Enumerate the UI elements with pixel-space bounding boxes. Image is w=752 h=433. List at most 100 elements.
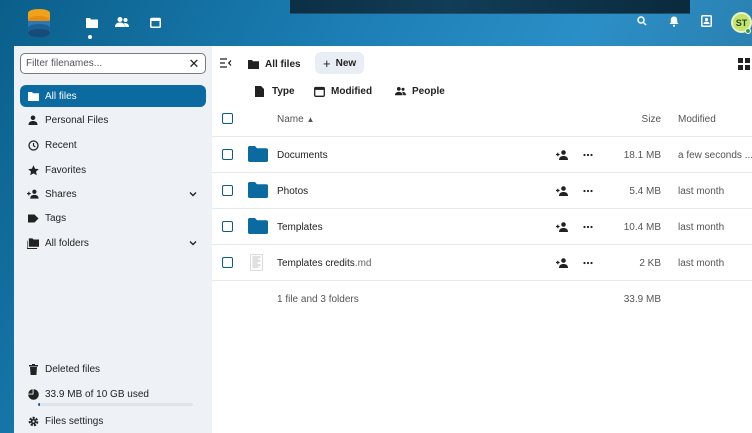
gear-icon [27, 415, 39, 427]
row-checkbox[interactable] [222, 257, 233, 268]
share-user-icon[interactable] [556, 150, 568, 160]
sidebar-item-favorites[interactable]: Favorites [20, 159, 206, 181]
select-all-checkbox[interactable] [222, 113, 233, 124]
search-icon[interactable] [635, 14, 649, 28]
plus-icon: + [323, 55, 331, 71]
sidebar-item-label: Shares [45, 188, 77, 200]
files-sidebar: ✕ All files Personal Files Recent Favori… [14, 46, 212, 433]
breadcrumb[interactable]: All files [248, 53, 301, 75]
sidebar-item-label: Personal Files [45, 114, 109, 126]
share-user-icon[interactable] [556, 186, 568, 196]
history-icon [27, 139, 39, 151]
quota-progress-bar [38, 403, 193, 406]
table-header-row: Name ▲ Size Modified [212, 101, 752, 137]
row-checkbox[interactable] [222, 149, 233, 160]
files-main-content: All files + New Type Modified People Nam… [212, 46, 752, 433]
file-modified: last month [678, 222, 725, 233]
header-background-image [290, 0, 690, 14]
sidebar-item-tags[interactable]: Tags [20, 207, 206, 229]
table-row[interactable]: Templates 10.4 MB last month [212, 209, 752, 245]
summary-text: 1 file and 3 folders [277, 294, 359, 305]
toggle-navigation-icon[interactable] [220, 57, 232, 69]
share-icon [27, 188, 39, 200]
sidebar-item-label: Deleted files [45, 363, 101, 375]
people-icon [395, 86, 406, 97]
storage-quota: 33.9 MB of 10 GB used [20, 383, 206, 405]
active-app-indicator [88, 35, 92, 39]
sidebar-item-recent[interactable]: Recent [20, 134, 206, 156]
row-checkbox[interactable] [222, 185, 233, 196]
calendar-app-icon[interactable] [147, 14, 163, 30]
files-settings-link[interactable]: Files settings [20, 410, 206, 432]
bell-icon[interactable] [667, 14, 681, 28]
folder-icon [248, 218, 268, 234]
grid-view-icon[interactable] [738, 58, 750, 70]
files-app-icon[interactable] [84, 14, 100, 30]
file-name[interactable]: Documents [277, 150, 328, 161]
new-button[interactable]: + New [315, 52, 365, 74]
chevron-down-icon[interactable] [188, 238, 198, 248]
filter-filenames-input[interactable] [26, 58, 188, 69]
row-checkbox[interactable] [222, 221, 233, 232]
file-modified: last month [678, 186, 725, 197]
more-actions-icon[interactable] [583, 258, 593, 268]
table-row[interactable]: Photos 5.4 MB last month [212, 173, 752, 209]
quota-text: 33.9 MB of 10 GB used [45, 388, 149, 400]
filter-filenames-field[interactable]: ✕ [20, 53, 206, 74]
folders-icon [27, 237, 39, 249]
table-row[interactable]: Documents 18.1 MB a few seconds ... [212, 137, 752, 173]
filter-people-label: People [412, 85, 445, 97]
summary-size: 33.9 MB [623, 294, 661, 305]
file-name[interactable]: Photos [277, 186, 308, 197]
share-user-icon[interactable] [556, 258, 568, 268]
more-actions-icon[interactable] [583, 150, 593, 160]
top-header: ST [0, 0, 752, 46]
file-size: 2 KB [639, 258, 661, 269]
file-modified: last month [678, 258, 725, 269]
sidebar-item-all-folders[interactable]: All folders [20, 232, 206, 254]
sidebar-item-label: Tags [45, 212, 67, 224]
more-actions-icon[interactable] [583, 186, 593, 196]
sidebar-item-label: Files settings [45, 415, 104, 427]
sidebar-item-personal-files[interactable]: Personal Files [20, 109, 206, 131]
sidebar-item-shares[interactable]: Shares [20, 183, 206, 205]
sidebar-item-label: Favorites [45, 164, 87, 176]
breadcrumb-label: All files [265, 58, 301, 70]
nextcloud-logo-icon[interactable] [26, 8, 52, 38]
column-header-size[interactable]: Size [642, 114, 661, 125]
column-header-name[interactable]: Name ▲ [277, 114, 314, 125]
table-summary-row: 1 file and 3 folders 33.9 MB [212, 281, 752, 317]
column-header-modified[interactable]: Modified [678, 114, 716, 125]
share-user-icon[interactable] [556, 222, 568, 232]
folder-icon [27, 90, 39, 102]
folder-icon [248, 146, 268, 162]
chevron-down-icon[interactable] [188, 189, 198, 199]
trash-icon [27, 363, 39, 375]
filter-type-button[interactable]: Type [255, 83, 295, 99]
quota-progress-fill [38, 403, 40, 406]
sidebar-item-all-files[interactable]: All files [20, 85, 206, 107]
filter-type-label: Type [272, 85, 295, 97]
file-size: 10.4 MB [623, 222, 661, 233]
more-actions-icon[interactable] [583, 222, 593, 232]
new-button-label: New [335, 57, 357, 69]
filter-people-button[interactable]: People [395, 83, 445, 99]
contacts-app-icon[interactable] [114, 14, 130, 30]
star-icon [27, 164, 39, 176]
sort-ascending-icon: ▲ [306, 115, 315, 124]
file-name[interactable]: Templates credits.md [277, 258, 371, 269]
table-row[interactable]: Templates credits.md 2 KB last month [212, 245, 752, 281]
text-file-icon [250, 254, 263, 271]
clear-filter-icon[interactable]: ✕ [188, 56, 200, 72]
folder-icon [248, 182, 268, 198]
filter-modified-label: Modified [331, 85, 373, 97]
filter-modified-button[interactable]: Modified [314, 83, 372, 99]
sidebar-item-label: All files [45, 90, 77, 102]
pie-chart-icon [27, 388, 39, 400]
user-icon [27, 114, 39, 126]
file-name[interactable]: Templates [277, 222, 323, 233]
sidebar-item-label: All folders [45, 237, 89, 249]
deleted-files-link[interactable]: Deleted files [20, 358, 206, 380]
contacts-menu-icon[interactable] [699, 14, 713, 28]
file-size: 18.1 MB [623, 150, 661, 161]
